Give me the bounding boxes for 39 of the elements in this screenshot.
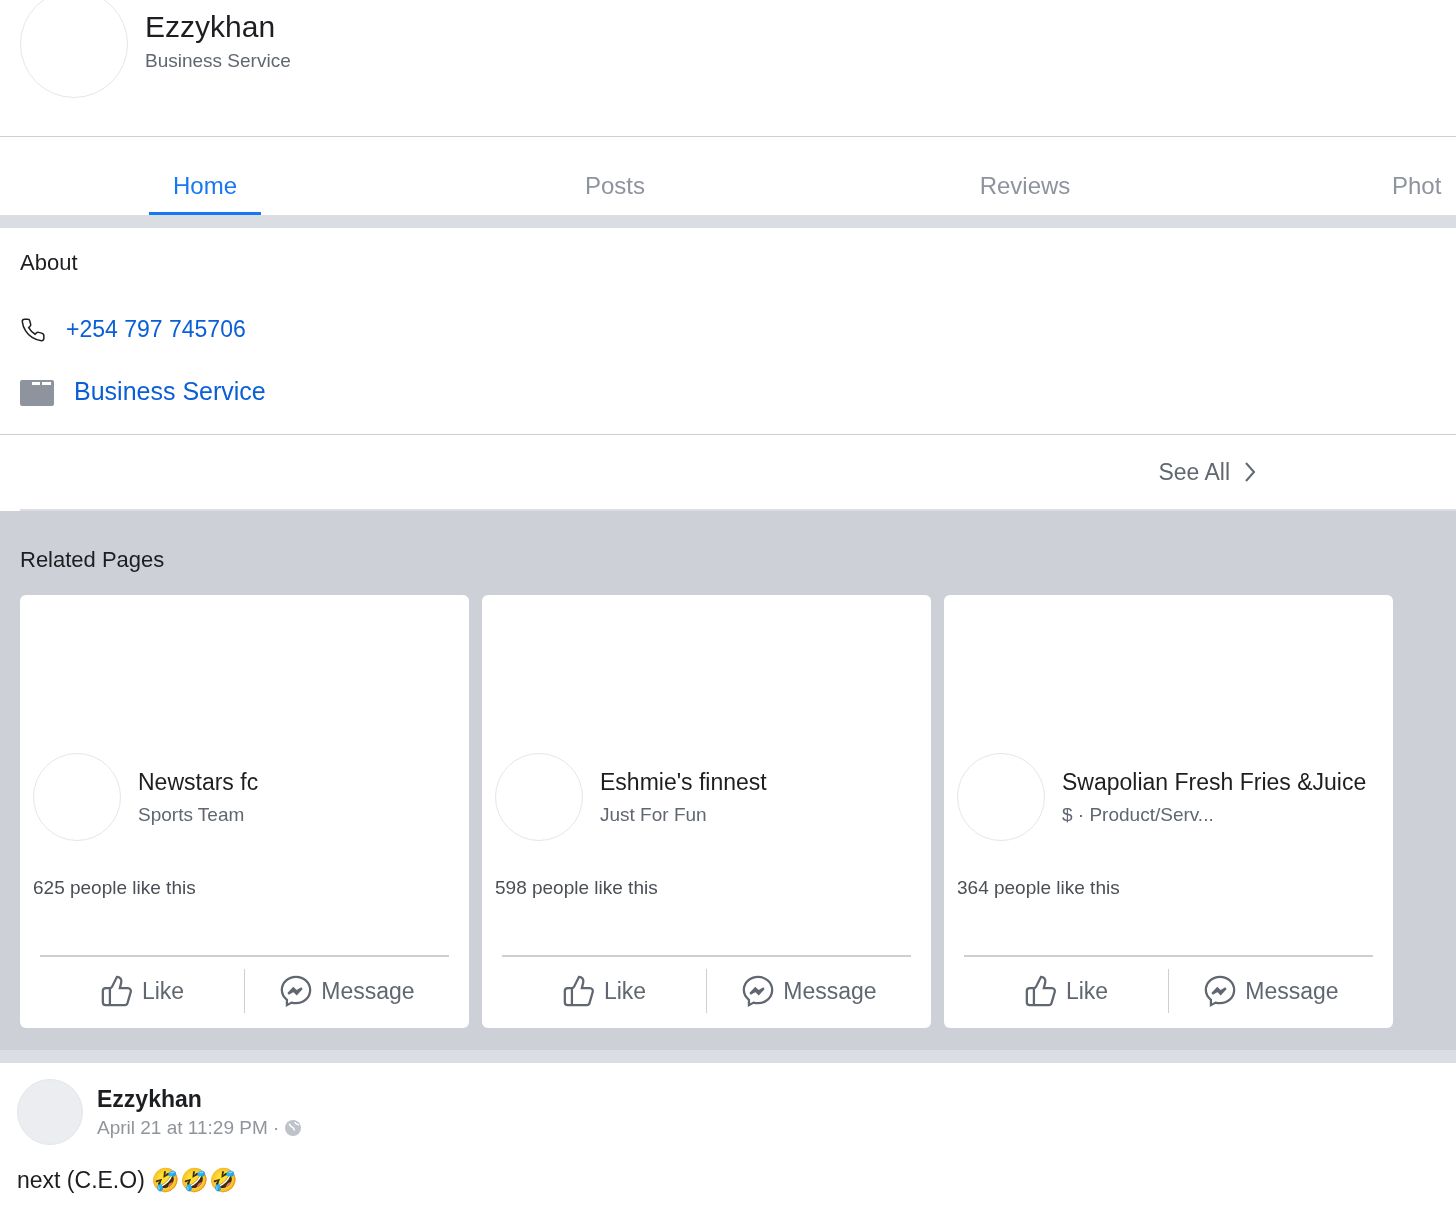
phone-link[interactable]: +254 797 745706 — [66, 316, 246, 343]
section-title: About — [20, 250, 79, 276]
likes-count: 598 people like this — [495, 877, 659, 899]
like-button[interactable]: Like — [502, 973, 706, 1009]
page-category: Sports Team — [138, 803, 246, 826]
message-button[interactable]: Message — [1169, 973, 1373, 1009]
page-category: $ · Product/Serv... — [1062, 803, 1215, 826]
page-name: Ezzykhan — [145, 10, 277, 44]
page-name[interactable]: Swapolian Fresh Fries &Juice — [1062, 768, 1367, 796]
folder-icon — [20, 377, 54, 406]
thumbs-up-icon — [99, 974, 134, 1008]
page-category: Business Service — [145, 50, 291, 72]
messenger-icon — [279, 974, 314, 1008]
like-button[interactable]: Like — [40, 973, 244, 1009]
category-link[interactable]: Business Service — [74, 377, 266, 406]
see-all-link[interactable]: See All — [1158, 458, 1256, 486]
page-name[interactable]: Newstars fc — [138, 768, 259, 796]
messenger-icon — [741, 974, 776, 1008]
page-name[interactable]: Eshmie's finnest — [600, 768, 767, 796]
thumbs-up-icon — [561, 974, 596, 1008]
message-button[interactable]: Message — [245, 973, 449, 1009]
tab[interactable]: Posts — [561, 137, 669, 215]
message-button[interactable]: Message — [707, 973, 911, 1009]
author-name[interactable]: Ezzykhan — [97, 1085, 302, 1113]
globe-icon — [285, 1119, 302, 1136]
phone-icon — [20, 316, 46, 343]
messenger-icon — [1203, 974, 1238, 1008]
page-category: Just For Fun — [600, 803, 708, 826]
likes-count: 625 people like this — [33, 877, 197, 899]
tab[interactable]: Phot — [1392, 137, 1442, 215]
post-text: next (C.E.O) 🤣🤣🤣 — [17, 1167, 240, 1194]
thumbs-up-icon — [1023, 974, 1058, 1008]
likes-count: 364 people like this — [957, 877, 1121, 899]
tab[interactable]: Home — [149, 137, 261, 215]
section-title: Related Pages — [20, 547, 166, 573]
chevron-right-icon — [1244, 461, 1256, 483]
tab[interactable]: Reviews — [955, 137, 1095, 215]
like-button[interactable]: Like — [964, 973, 1168, 1009]
post-time[interactable]: April 21 at 11:29 PM · — [97, 1116, 280, 1139]
